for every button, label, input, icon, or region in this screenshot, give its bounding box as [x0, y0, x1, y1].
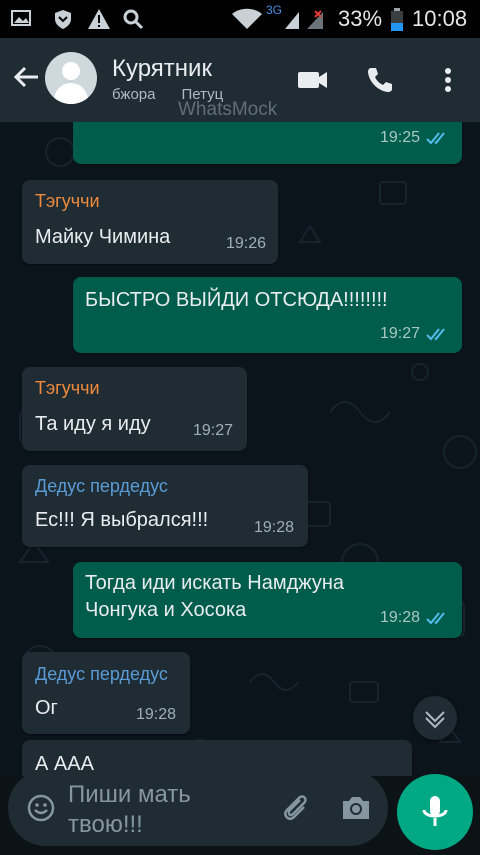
search-icon [120, 8, 146, 30]
double-check-icon [426, 328, 445, 341]
emoji-icon[interactable] [26, 793, 56, 823]
mic-button[interactable] [397, 774, 473, 850]
sender-name: Дедус пердедус [35, 476, 168, 496]
message-time: 19:25 [379, 129, 420, 146]
message-time: 19:27 [192, 422, 233, 439]
battery-percent: 33% [338, 6, 383, 31]
chat-title[interactable]: Курятник [112, 55, 212, 83]
double-check-icon [426, 132, 445, 145]
signal-icon [282, 8, 330, 30]
network-type: 3G [266, 3, 283, 17]
message-text: Ес!!! Я выбрался!!! [35, 509, 209, 531]
chat-area[interactable]: 19:25 Тэгуччи Майку Чимина 19:26 БЫСТРО … [0, 122, 480, 776]
avatar-body-shape [54, 83, 88, 104]
message-text-line: Тогда иди искать Намджуна [85, 572, 345, 594]
warning-icon [86, 8, 112, 30]
scroll-to-bottom-button[interactable] [413, 696, 457, 740]
member-name: бжора [112, 86, 156, 103]
message-time: 19:28 [253, 519, 294, 536]
message-text: Ог [35, 697, 58, 719]
group-avatar[interactable] [45, 52, 97, 104]
clock: 10:08 [412, 6, 468, 31]
message-time: 19:28 [379, 609, 420, 626]
wifi-icon [230, 8, 264, 30]
sender-name: Тэгуччи [35, 378, 100, 398]
message-time: 19:26 [225, 235, 266, 252]
chevron-down-icon [425, 711, 445, 729]
microphone-icon [422, 796, 448, 826]
message-bubble-outgoing[interactable]: Тогда иди искать Намджуна Чонгука и Хосо… [73, 562, 462, 638]
message-bubble-outgoing[interactable]: 19:25 [73, 122, 462, 164]
message-time: 19:27 [379, 325, 420, 342]
camera-icon[interactable] [338, 790, 374, 826]
message-input[interactable]: Пиши мать твою!!! [68, 780, 268, 840]
message-bubble-incoming[interactable]: Тэгуччи Та иду я иду 19:27 [22, 367, 247, 451]
paperclip-icon[interactable] [278, 790, 314, 826]
message-bubble-outgoing[interactable]: БЫСТРО ВЫЙДИ ОТСЮДА!!!!!!!! 19:27 [73, 277, 462, 353]
watermark: WhatsMock [178, 99, 278, 120]
arrow-left-icon[interactable] [10, 62, 44, 96]
message-text: БЫСТРО ВЫЙДИ ОТСЮДА!!!!!!!! [85, 289, 388, 311]
video-call-icon[interactable] [292, 60, 332, 100]
more-vert-icon[interactable] [428, 60, 468, 100]
message-time: 19:28 [135, 706, 176, 723]
shield-icon [50, 8, 76, 30]
battery-icon [388, 8, 406, 31]
avatar-head-shape [62, 62, 80, 80]
gallery-icon [8, 8, 34, 30]
double-check-icon [426, 612, 445, 625]
message-bubble-incoming[interactable]: Дедус пердедус Ог 19:28 [22, 652, 190, 734]
sender-name: Тэгуччи [35, 191, 100, 211]
message-bubble-incoming[interactable]: Дедус пердедус Ес!!! Я выбрался!!! 19:28 [22, 465, 308, 547]
message-bubble-incoming[interactable]: Тэгуччи Майку Чимина 19:26 [22, 180, 278, 264]
message-text-line: Чонгука и Хосока [85, 599, 247, 621]
message-text: Та иду я иду [35, 413, 151, 435]
message-text: Майку Чимина [35, 226, 171, 248]
phone-icon[interactable] [360, 60, 400, 100]
sender-name: Дедус пердедус [35, 664, 168, 684]
